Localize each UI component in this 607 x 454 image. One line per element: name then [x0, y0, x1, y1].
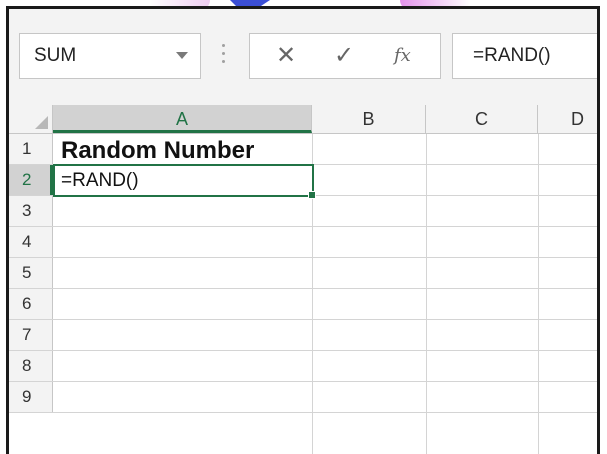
- chevron-down-icon[interactable]: [176, 52, 188, 59]
- cell-a1[interactable]: Random Number: [61, 137, 254, 165]
- row-header[interactable]: 7: [9, 320, 53, 350]
- excel-window: SUM ✕ ✓ fx =RAND() A B C D 1 Random Numb…: [6, 6, 600, 454]
- table-row: 9: [9, 382, 597, 413]
- column-header-row: A B C D: [9, 105, 597, 134]
- column-header-a[interactable]: A: [53, 105, 312, 133]
- cell-a2-active[interactable]: =RAND(): [53, 164, 316, 199]
- formula-buttons: ✕ ✓ fx: [249, 33, 441, 79]
- table-row: 5: [9, 258, 597, 289]
- row-header[interactable]: 2: [9, 165, 53, 195]
- select-all-icon: [35, 116, 48, 129]
- close-icon[interactable]: ✕: [276, 34, 296, 78]
- formula-bar-row: SUM ✕ ✓ fx =RAND(): [9, 9, 597, 111]
- column-header-d[interactable]: D: [538, 105, 597, 133]
- column-header-b[interactable]: B: [312, 105, 426, 133]
- table-row: 4: [9, 227, 597, 258]
- table-row: 7: [9, 320, 597, 351]
- table-row: 6: [9, 289, 597, 320]
- table-row: 1 Random Number: [9, 134, 597, 165]
- row-header[interactable]: 3: [9, 196, 53, 226]
- row-header[interactable]: 9: [9, 382, 53, 412]
- table-row: 3: [9, 196, 597, 227]
- row-header[interactable]: 1: [9, 134, 53, 164]
- drag-handle-icon[interactable]: [222, 44, 225, 66]
- name-box-value: SUM: [34, 45, 77, 66]
- spreadsheet-grid: A B C D 1 Random Number 2 =RAND() 3 4 5: [9, 105, 597, 454]
- formula-input[interactable]: =RAND(): [452, 33, 597, 79]
- name-box[interactable]: SUM: [19, 33, 201, 79]
- select-all-button[interactable]: [9, 105, 53, 133]
- insert-function-icon[interactable]: fx: [394, 34, 411, 78]
- table-row: 2 =RAND(): [9, 164, 597, 199]
- column-header-c[interactable]: C: [426, 105, 538, 133]
- check-icon[interactable]: ✓: [334, 34, 354, 78]
- row-header[interactable]: 4: [9, 227, 53, 257]
- row-header[interactable]: 5: [9, 258, 53, 288]
- row-header[interactable]: 8: [9, 351, 53, 381]
- table-row: 8: [9, 351, 597, 382]
- cell-a2-value: =RAND(): [61, 170, 139, 191]
- row-header[interactable]: 6: [9, 289, 53, 319]
